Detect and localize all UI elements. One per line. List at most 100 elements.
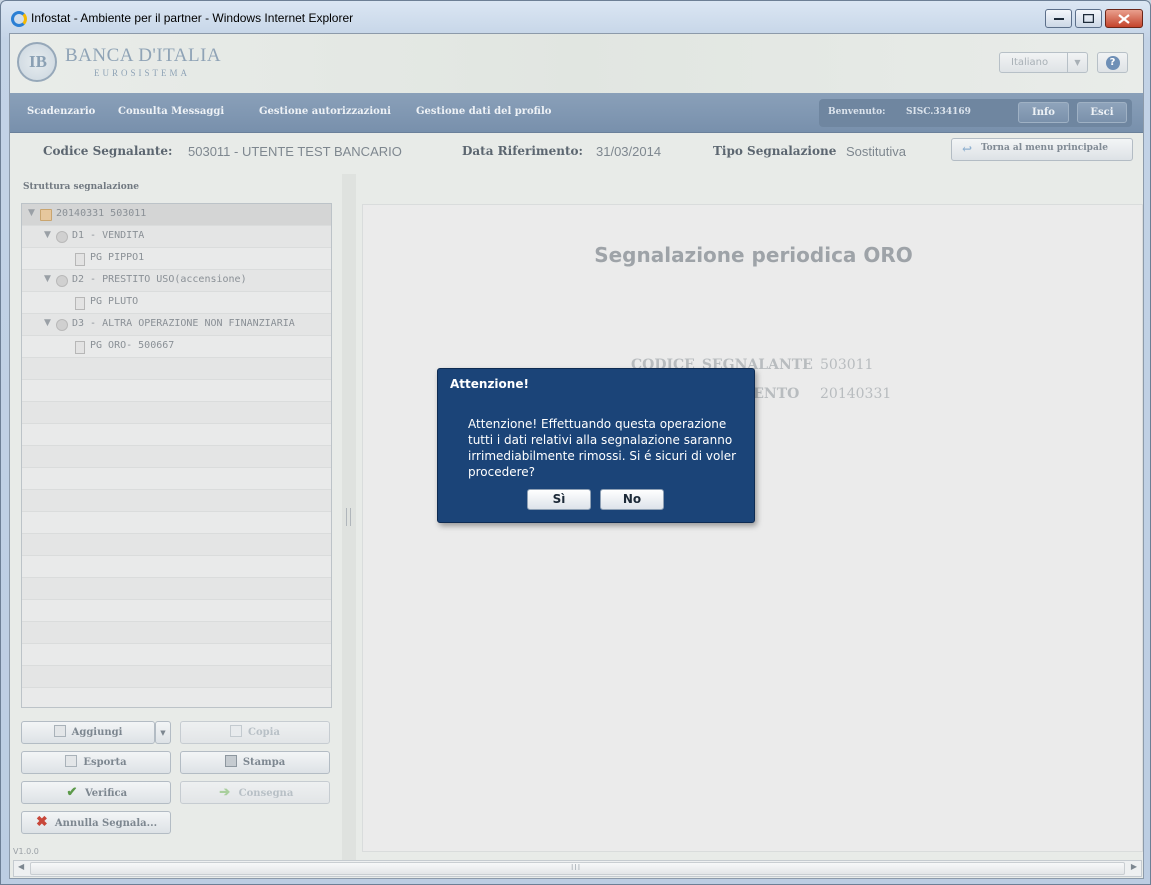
app-header: IB BANCA D'ITALIA EUROSISTEMA Italiano ▼… <box>10 34 1143 93</box>
tree-node-label: PG PIPPO1 <box>90 252 145 263</box>
detail-panel: Segnalazione periodica ORO CODICE_SEGNAL… <box>362 204 1143 852</box>
nav-gestione-autorizzazioni[interactable]: Gestione autorizzazioni <box>259 106 391 117</box>
tree-empty-row <box>22 446 331 468</box>
aggiungi-label: Aggiungi <box>71 727 123 738</box>
add-page-icon <box>53 725 66 737</box>
copia-button[interactable]: Copia <box>180 721 330 744</box>
version-label: V1.0.0 <box>13 847 39 856</box>
back-to-menu-label: Torna al menu principale <box>981 143 1108 153</box>
annulla-segnalazione-button[interactable]: ✖ Annulla Segnala... <box>21 811 171 834</box>
close-icon <box>1118 13 1130 24</box>
cancel-x-icon: ✖ <box>36 814 48 830</box>
scroll-left-icon[interactable]: ◀ <box>18 862 24 871</box>
splitter-grip-icon <box>346 508 351 526</box>
title-bar: Infostat - Ambiente per il partner - Win… <box>1 1 1150 35</box>
logout-button[interactable]: Esci <box>1077 102 1127 123</box>
ie-icon <box>11 11 27 27</box>
nav-scadenzario[interactable]: Scadenzario <box>27 106 95 117</box>
tree-node-label: D2 - PRESTITO USO(accensione) <box>72 274 247 285</box>
page-icon <box>75 297 85 310</box>
tree-node-label: PG PLUTO <box>90 296 139 307</box>
chevron-down-icon: ▼ <box>160 728 166 737</box>
tree-panel-title: Struttura segnalazione <box>23 182 140 192</box>
tree-empty-row <box>22 424 331 446</box>
logo-name: BANCA D'ITALIA <box>65 45 222 66</box>
username: SISC.334169 <box>906 107 971 117</box>
aggiungi-button[interactable]: Aggiungi <box>21 721 155 744</box>
back-to-menu-button[interactable]: ↩ Torna al menu principale <box>951 138 1133 161</box>
tree-node[interactable]: PG PIPPO1 <box>22 248 331 270</box>
tree-node-label: PG ORO- 500667 <box>90 340 175 351</box>
tree-node-label: D3 - ALTRA OPERAZIONE NON FINANZIARIA <box>72 318 295 329</box>
logo-subtitle: EUROSISTEMA <box>94 68 191 78</box>
verifica-button[interactable]: ✔ Verifica <box>21 781 171 804</box>
tree-empty-row <box>22 688 331 710</box>
horizontal-scrollbar[interactable]: ◀ III ▶ <box>13 860 1142 877</box>
tipo-label: Tipo Segnalazione <box>713 144 837 158</box>
dialog-title: Attenzione! <box>450 377 529 391</box>
scrollbar-grip: III <box>571 863 582 872</box>
tree-node[interactable]: ▼ D1 - VENDITA <box>22 226 331 248</box>
bank-logo-icon: IB <box>17 42 57 82</box>
export-icon <box>65 755 78 767</box>
circle-icon <box>56 231 68 243</box>
consegna-button[interactable]: ➔ Consegna <box>180 781 330 804</box>
page-icon <box>75 341 85 354</box>
info-button[interactable]: Info <box>1018 102 1069 123</box>
data-riferimento-value: 20140331 <box>820 386 892 402</box>
check-icon: ✔ <box>66 785 78 800</box>
help-icon: ? <box>1105 55 1120 70</box>
tree-empty-row <box>22 402 331 424</box>
nav-consulta-messaggi[interactable]: Consulta Messaggi <box>118 106 224 117</box>
aggiungi-dropdown-button[interactable]: ▼ <box>155 721 171 744</box>
tree-empty-row <box>22 556 331 578</box>
tree-empty-row <box>22 600 331 622</box>
expand-arrow-icon: ▼ <box>44 318 51 328</box>
yes-button[interactable]: Sì <box>527 489 591 510</box>
no-button[interactable]: No <box>600 489 664 510</box>
tree-empty-row <box>22 534 331 556</box>
main-nav: Scadenzario Consulta Messaggi Gestione a… <box>10 93 1143 133</box>
esporta-label: Esporta <box>83 757 127 768</box>
welcome-label: Benvenuto: <box>828 107 886 117</box>
copy-icon <box>230 725 243 737</box>
tipo-value: Sostitutiva <box>846 144 906 159</box>
tree-node[interactable]: ▼ 20140331 503011 <box>22 204 331 226</box>
esporta-button[interactable]: Esporta <box>21 751 171 774</box>
report-tree: ▼ 20140331 503011 ▼ D1 - VENDITA PG PIPP… <box>21 203 332 708</box>
tree-node-label: D1 - VENDITA <box>72 230 145 241</box>
annulla-label: Annulla Segnala... <box>54 818 158 829</box>
detail-title: Segnalazione periodica ORO <box>594 243 913 267</box>
close-button[interactable] <box>1105 9 1143 28</box>
deliver-arrow-icon: ➔ <box>219 785 231 800</box>
expand-arrow-icon: ▼ <box>44 274 51 284</box>
scrollbar-thumb[interactable]: III <box>30 862 1125 875</box>
nav-gestione-profilo[interactable]: Gestione dati del profilo <box>416 106 551 117</box>
maximize-icon <box>1083 14 1094 23</box>
tree-empty-row <box>22 512 331 534</box>
panel-splitter[interactable] <box>342 174 356 864</box>
tree-node[interactable]: ▼ D2 - PRESTITO USO(accensione) <box>22 270 331 292</box>
scroll-right-icon[interactable]: ▶ <box>1131 862 1137 871</box>
tree-node[interactable]: PG ORO- 500667 <box>22 336 331 358</box>
maximize-button[interactable] <box>1075 9 1102 28</box>
expand-arrow-icon: ▼ <box>44 230 51 240</box>
codice-value: 503011 - UTENTE TEST BANCARIO <box>188 144 402 159</box>
circle-icon <box>56 275 68 287</box>
page-content: IB BANCA D'ITALIA EUROSISTEMA Italiano ▼… <box>9 33 1144 879</box>
printer-icon <box>224 755 237 767</box>
minimize-button[interactable] <box>1045 9 1072 28</box>
tree-empty-row <box>22 644 331 666</box>
help-button[interactable]: ? <box>1097 52 1128 73</box>
window-title: Infostat - Ambiente per il partner - Win… <box>31 11 354 25</box>
tree-empty-row <box>22 578 331 600</box>
consegna-label: Consegna <box>238 788 294 799</box>
chevron-down-icon: ▼ <box>1067 53 1087 72</box>
language-select[interactable]: Italiano ▼ <box>999 52 1088 73</box>
dialog-message: Attenzione! Effettuando questa operazion… <box>468 417 737 479</box>
tree-node[interactable]: ▼ D3 - ALTRA OPERAZIONE NON FINANZIARIA <box>22 314 331 336</box>
tree-node-label: 20140331 503011 <box>56 208 147 219</box>
data-value: 31/03/2014 <box>596 144 662 159</box>
stampa-button[interactable]: Stampa <box>180 751 330 774</box>
tree-node[interactable]: PG PLUTO <box>22 292 331 314</box>
